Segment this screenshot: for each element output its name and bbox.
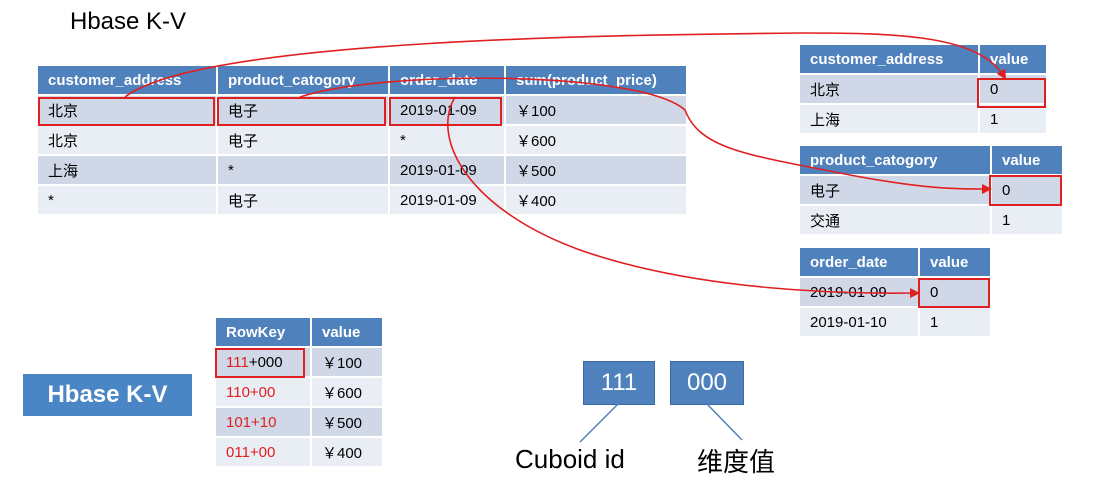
connector-dimension-value — [705, 402, 743, 441]
arrow-beijing-to-address-dict — [124, 32, 1007, 98]
arrow-dianzi-to-category-dict — [299, 77, 992, 195]
connector-cuboid-id — [579, 402, 620, 443]
connector-layer — [124, 32, 1007, 443]
arrow-date-to-date-dict — [447, 96, 920, 299]
